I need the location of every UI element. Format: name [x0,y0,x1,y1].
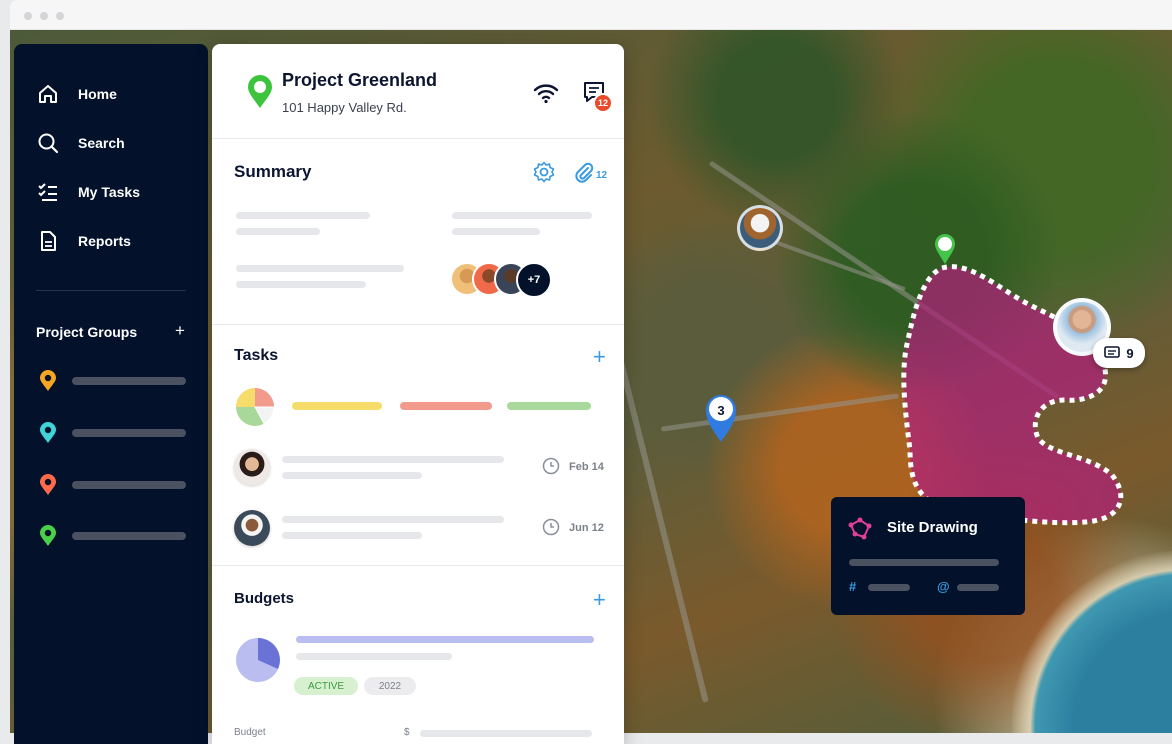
budgets-title: Budgets [234,590,294,607]
window-titlebar [10,0,1172,30]
add-group-button[interactable]: + [175,321,185,341]
tasks-icon [36,180,60,204]
message-count-badge: 12 [593,93,613,113]
sidebar-item-label: Reports [78,233,131,249]
attachment-count: 12 [596,170,608,181]
card-placeholder [849,559,999,566]
summary-title: Summary [234,162,312,181]
group-name-placeholder [72,481,186,489]
text-placeholder [236,212,370,219]
sidebar-item-label: Search [78,135,125,151]
group-name-placeholder [72,429,186,437]
map-pin-icon [40,474,56,495]
divider [212,324,624,325]
wifi-icon[interactable] [532,82,560,104]
worker-avatar[interactable] [737,205,783,251]
search-icon [36,131,60,155]
card-title: Site Drawing [887,519,978,536]
map-road [660,393,900,432]
sidebar-item-home[interactable]: Home [36,80,117,108]
text-placeholder [282,472,422,479]
clock-icon [542,457,560,475]
hash-symbol: # [849,579,857,594]
project-location-icon [248,75,272,108]
divider [212,565,624,566]
sidebar-divider [36,290,186,291]
window-dot[interactable] [40,12,48,20]
text-placeholder [296,653,452,660]
comment-bubble[interactable]: 9 [1093,338,1145,368]
divider [212,138,624,139]
location-pin-icon[interactable] [933,232,957,266]
group-name-placeholder [72,532,186,540]
sidebar-item-my-tasks[interactable]: My Tasks [36,178,140,206]
text-placeholder [282,532,422,539]
project-title: Project Greenland [282,70,438,90]
marker-count: 3 [717,403,725,418]
status-badge: ACTIVE [294,677,358,695]
polygon-draw-icon [848,517,872,540]
project-address: 101 Happy Valley Rd. [282,100,407,115]
window-dot[interactable] [24,12,32,20]
card-placeholder [868,584,910,591]
home-icon [36,82,60,106]
task-due-date: Jun 12 [569,522,604,534]
text-placeholder [452,212,592,219]
map-pin-icon [40,422,56,443]
window-dot[interactable] [56,12,64,20]
sidebar-item-reports[interactable]: Reports [36,227,131,255]
settings-icon[interactable] [533,161,555,183]
comment-icon [1104,346,1121,358]
project-group-item[interactable] [36,369,186,393]
card-placeholder [957,584,999,591]
group-name-placeholder [72,377,186,385]
tasks-pie-icon [236,388,275,426]
sidebar-item-label: My Tasks [78,184,140,200]
budget-pie-icon [236,638,280,682]
comment-count: 9 [1126,345,1134,361]
map-pin-icon [40,525,56,546]
text-placeholder [420,730,592,737]
text-placeholder [236,265,404,272]
task-due-date: Feb 14 [569,461,604,473]
sidebar-item-search[interactable]: Search [36,129,125,157]
assignee-avatar [234,510,270,546]
text-placeholder [236,281,366,288]
project-group-item[interactable] [36,473,186,497]
clock-icon [542,518,560,536]
text-placeholder [282,516,504,523]
status-bar-red [400,402,492,410]
more-members-badge[interactable]: +7 [516,262,552,298]
reports-icon [36,229,60,253]
project-groups-title: Project Groups [36,324,138,340]
map-pin-icon [40,370,56,391]
text-placeholder [236,228,320,235]
status-bar-green [507,402,591,410]
at-symbol: @ [937,579,950,594]
budget-bar [296,636,594,643]
project-group-item[interactable] [36,524,186,548]
sidebar-item-label: Home [78,86,117,102]
project-group-item[interactable] [36,421,186,445]
add-task-button[interactable]: + [593,344,606,370]
assignee-avatar [234,449,270,485]
site-drawing-card[interactable]: Site Drawing # @ [831,497,1025,615]
status-bar-yellow [292,402,382,410]
tasks-title: Tasks [234,347,279,364]
text-placeholder [452,228,540,235]
year-badge: 2022 [364,677,416,695]
sidebar: Home Search My Tasks Reports Project Gro… [14,44,208,744]
add-budget-button[interactable]: + [593,587,606,613]
attachment-icon[interactable] [574,162,594,184]
project-panel: Project Greenland 101 Happy Valley Rd. 1… [212,44,624,744]
text-placeholder [282,456,504,463]
map-water [1012,543,1172,733]
